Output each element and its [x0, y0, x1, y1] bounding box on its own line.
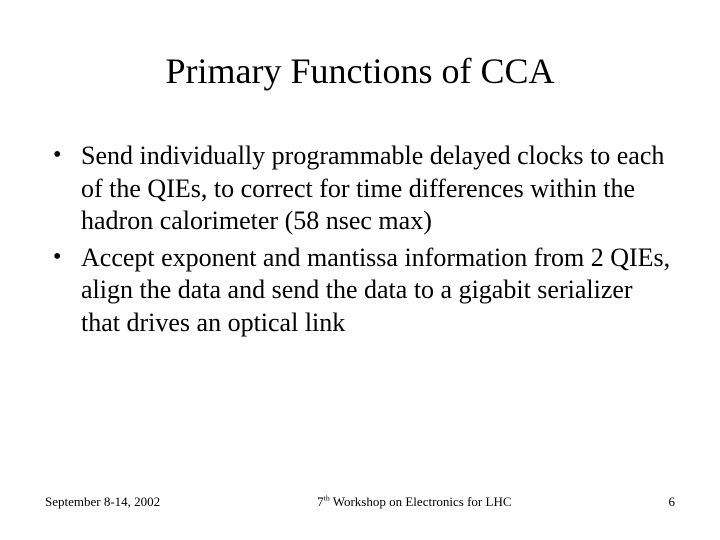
footer-date: September 8-14, 2002 [45, 494, 160, 510]
slide-title: Primary Functions of CCA [45, 50, 675, 92]
slide-footer: September 8-14, 2002 7th Workshop on Ele… [45, 494, 675, 510]
footer-page-number: 6 [669, 494, 676, 510]
footer-event: 7th Workshop on Electronics for LHC [160, 494, 668, 510]
bullet-list: Send individually programmable delayed c… [45, 140, 675, 339]
bullet-item: Accept exponent and mantissa information… [53, 242, 675, 340]
bullet-item: Send individually programmable delayed c… [53, 140, 675, 238]
